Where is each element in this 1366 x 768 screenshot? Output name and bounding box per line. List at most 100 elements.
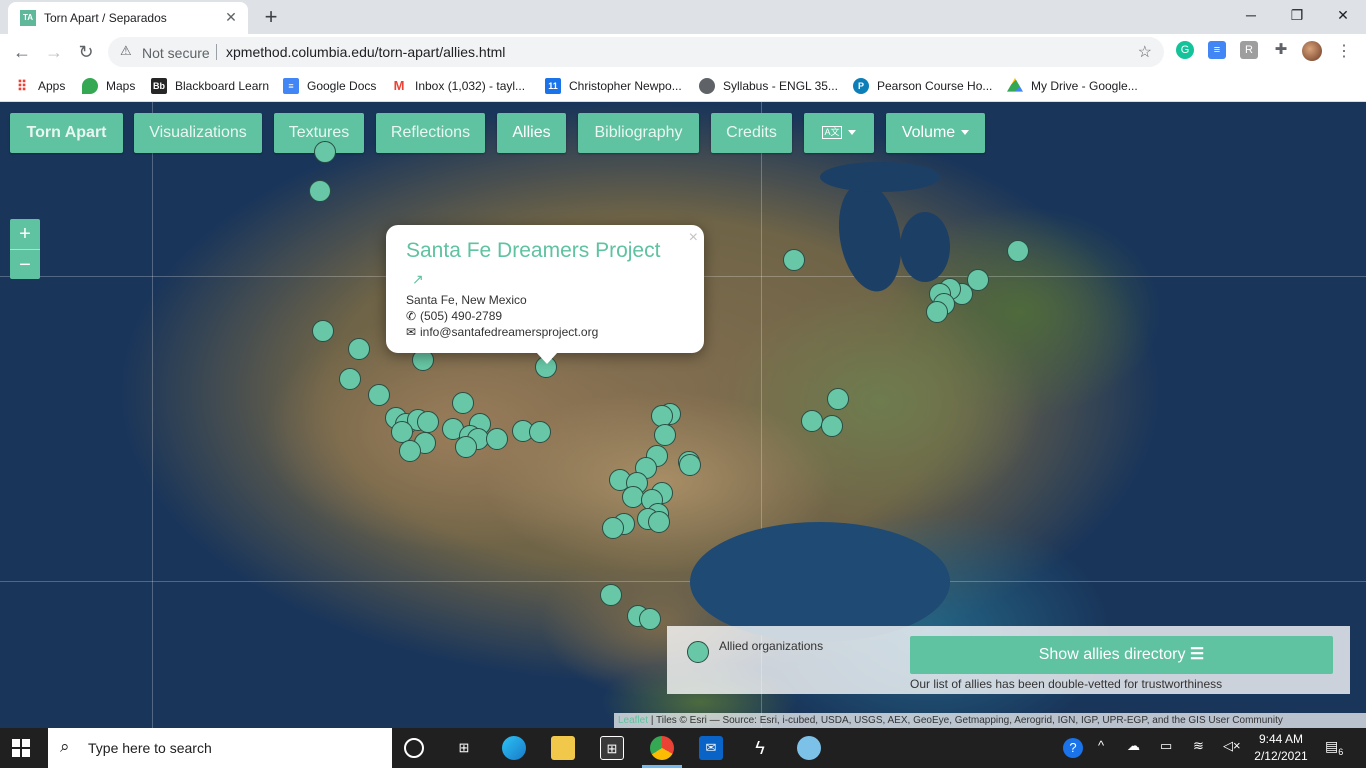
ally-marker[interactable] [827, 388, 849, 410]
address-bar[interactable]: ⚠ Not secure xpmethod.columbia.edu/torn-… [108, 37, 1164, 67]
security-label[interactable]: Not secure [142, 45, 210, 61]
battery-icon[interactable]: ▭ [1160, 738, 1172, 754]
ally-marker[interactable] [783, 249, 805, 271]
minimize-window-icon[interactable]: ─ [1228, 0, 1274, 30]
ally-marker[interactable] [679, 454, 701, 476]
bookmark-syllabus[interactable]: Syllabus - ENGL 35... [699, 77, 838, 95]
url-text[interactable]: xpmethod.columbia.edu/torn-apart/allies.… [226, 44, 505, 60]
ally-marker[interactable] [399, 440, 421, 462]
bookmark-google-drive[interactable]: My Drive - Google... [1007, 77, 1138, 95]
ally-marker[interactable] [348, 338, 370, 360]
ally-marker[interactable] [314, 141, 336, 163]
show-allies-directory-button[interactable]: Show allies directory ☰ [910, 636, 1333, 674]
zoom-out-button[interactable]: − [10, 249, 40, 279]
volume-muted-icon[interactable]: ◁× [1223, 738, 1241, 754]
tab-close-icon[interactable]: ✕ [222, 8, 240, 26]
browser-tab[interactable]: TA S Torn Apart / Separados ✕ [8, 2, 248, 38]
grammarly-icon[interactable]: G [1176, 41, 1194, 59]
apps-grid-icon: ⠿ [16, 78, 28, 94]
ally-marker[interactable] [600, 584, 622, 606]
close-window-icon[interactable]: ✕ [1320, 0, 1366, 30]
microsoft-store-icon[interactable]: ⊞ [600, 736, 624, 760]
system-clock[interactable]: 9:44 AM 2/12/2021 [1252, 731, 1310, 765]
show-hidden-icons-chevron-icon[interactable]: ^ [1098, 738, 1104, 753]
popup-email[interactable]: info@santafedreamersproject.org [420, 325, 598, 339]
volume-dropdown[interactable]: Volume [886, 113, 985, 153]
chrome-menu-icon[interactable]: ⋮ [1336, 41, 1352, 61]
ally-marker[interactable] [312, 320, 334, 342]
warning-icon[interactable]: ⚠ [120, 43, 132, 59]
reader-extension-icon[interactable]: R [1240, 41, 1258, 59]
nav-allies[interactable]: Allies [497, 113, 566, 153]
popup-close-button[interactable]: × [689, 229, 698, 247]
calendar-icon: 11 [545, 78, 561, 94]
ally-marker[interactable] [339, 368, 361, 390]
ally-marker[interactable] [926, 301, 948, 323]
nav-torn-apart[interactable]: Torn Apart [10, 113, 123, 153]
ally-marker[interactable] [648, 511, 670, 533]
ally-marker[interactable] [368, 384, 390, 406]
lake-michigan [830, 177, 910, 297]
address-divider [216, 44, 217, 60]
bookmark-blackboard[interactable]: Bb Blackboard Learn [151, 77, 269, 95]
cortana-icon[interactable] [404, 738, 424, 758]
popup-location: Santa Fe, New Mexico [406, 293, 527, 307]
leaflet-link[interactable]: Leaflet [618, 715, 648, 726]
bookmark-apps[interactable]: ⠿ Apps [14, 77, 66, 95]
new-tab-button[interactable]: + [258, 4, 284, 30]
bookmark-label: Google Docs [307, 79, 377, 93]
bookmark-pearson[interactable]: P Pearson Course Ho... [853, 77, 992, 95]
profile-avatar[interactable] [1302, 41, 1322, 61]
nav-visualizations[interactable]: Visualizations [134, 113, 262, 153]
chrome-icon[interactable] [650, 736, 674, 760]
notifications-icon[interactable]: ▤6 [1325, 738, 1343, 757]
ally-marker[interactable] [529, 421, 551, 443]
edge-browser-icon[interactable] [502, 736, 526, 760]
taskbar-search-box[interactable]: ⌕ Type here to search [48, 728, 392, 768]
onedrive-cloud-icon[interactable]: ☁ [1127, 738, 1140, 754]
allies-legend: Allied organizations Show allies directo… [667, 626, 1350, 694]
bookmark-maps[interactable]: Maps [82, 77, 135, 95]
bookmark-label: Inbox (1,032) - tayl... [415, 79, 526, 93]
back-arrow-icon[interactable]: ← [8, 38, 36, 66]
allies-map[interactable]: Torn Apart Visualizations Textures Refle… [0, 102, 1366, 728]
ally-marker[interactable] [1007, 240, 1029, 262]
ally-marker[interactable] [455, 436, 477, 458]
globe-icon [699, 78, 715, 94]
task-view-icon[interactable]: ⊞ [452, 736, 476, 760]
docs-extension-icon[interactable]: ≡ [1208, 41, 1226, 59]
nav-credits[interactable]: Credits [711, 113, 792, 153]
restore-window-icon[interactable]: ❐ [1274, 0, 1320, 30]
ally-marker[interactable] [309, 180, 331, 202]
ally-marker[interactable] [417, 411, 439, 433]
language-dropdown[interactable]: A文 [804, 113, 874, 153]
ally-marker[interactable] [452, 392, 474, 414]
bookmark-label: Apps [38, 79, 66, 93]
mail-icon[interactable]: ✉ [699, 736, 723, 760]
extensions-puzzle-icon[interactable]: ✚ [1272, 41, 1290, 59]
bookmark-star-icon[interactable]: ☆ [1138, 42, 1152, 62]
ally-marker[interactable] [602, 517, 624, 539]
ally-marker[interactable] [801, 410, 823, 432]
ally-marker[interactable] [654, 424, 676, 446]
nav-reflections[interactable]: Reflections [376, 113, 485, 153]
reload-icon[interactable]: ↻ [72, 38, 100, 66]
external-link-icon[interactable]: ↗ [412, 271, 424, 288]
zoom-in-button[interactable]: + [10, 219, 40, 249]
list-icon: ☰ [1189, 646, 1205, 663]
nav-bibliography[interactable]: Bibliography [578, 113, 699, 153]
bookmark-calendar[interactable]: 11 Christopher Newpo... [545, 77, 682, 95]
forward-arrow-icon[interactable]: → [40, 38, 68, 66]
ally-marker[interactable] [821, 415, 843, 437]
ally-marker[interactable] [639, 608, 661, 630]
popup-title[interactable]: Santa Fe Dreamers Project [406, 239, 660, 263]
help-icon[interactable]: ? [1063, 738, 1083, 758]
bookmark-gmail[interactable]: M Inbox (1,032) - tayl... [391, 77, 525, 95]
wifi-icon[interactable]: ≋ [1193, 738, 1204, 754]
paint-palette-icon[interactable] [797, 736, 821, 760]
windows-start-icon[interactable] [12, 739, 30, 757]
lightning-app-icon[interactable]: ϟ [748, 736, 772, 760]
ally-marker[interactable] [486, 428, 508, 450]
file-explorer-icon[interactable] [551, 736, 575, 760]
bookmark-google-docs[interactable]: ≡ Google Docs [283, 77, 376, 95]
